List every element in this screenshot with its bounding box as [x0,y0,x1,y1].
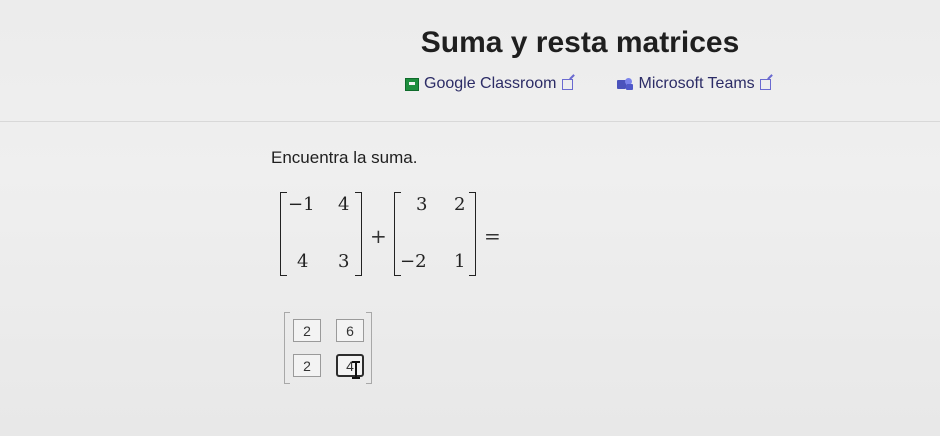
exercise-prompt: Encuentra la suma. [271,148,418,167]
matrix-a-r2c2: 3 [338,251,350,272]
matrix-a-r1c2: 4 [338,194,350,215]
matrix-a-left-bracket [280,192,287,276]
microsoft-teams-icon [616,78,633,90]
matrix-b: 3 2 −2 1 [394,192,476,276]
section-divider [0,121,940,122]
matrix-b-r2c1: −2 [400,251,427,272]
text-cursor-icon [352,361,360,379]
google-classroom-icon [405,77,419,91]
page-title: Suma y resta matrices [420,26,740,59]
google-classroom-label: Google Classroom [424,75,557,92]
answer-right-bracket [366,312,372,384]
external-link-icon [759,78,771,90]
microsoft-teams-label: Microsoft Teams [638,75,755,92]
answer-input-r2c1[interactable]: 2 [293,354,321,377]
answer-input-r1c2[interactable]: 6 [336,319,364,342]
answer-left-bracket [284,312,290,384]
matrix-b-right-bracket [469,192,476,276]
share-links: Google Classroom Microsoft Teams [405,72,771,96]
google-classroom-link[interactable]: Google Classroom [405,75,573,93]
microsoft-teams-link[interactable]: Microsoft Teams [616,75,771,93]
plus-sign: + [370,224,387,248]
matrix-b-r1c2: 2 [454,194,466,215]
answer-input-r1c1[interactable]: 2 [293,319,321,342]
external-link-icon [561,78,573,90]
matrix-b-r2c2: 1 [454,251,466,272]
matrix-b-r1c1: 3 [416,194,428,215]
matrix-a: −1 4 4 3 [280,192,362,276]
matrix-a-r1c1: −1 [288,194,315,215]
equals-sign: = [484,224,501,248]
matrix-a-r2c1: 4 [297,251,309,272]
matrix-a-right-bracket [355,192,362,276]
